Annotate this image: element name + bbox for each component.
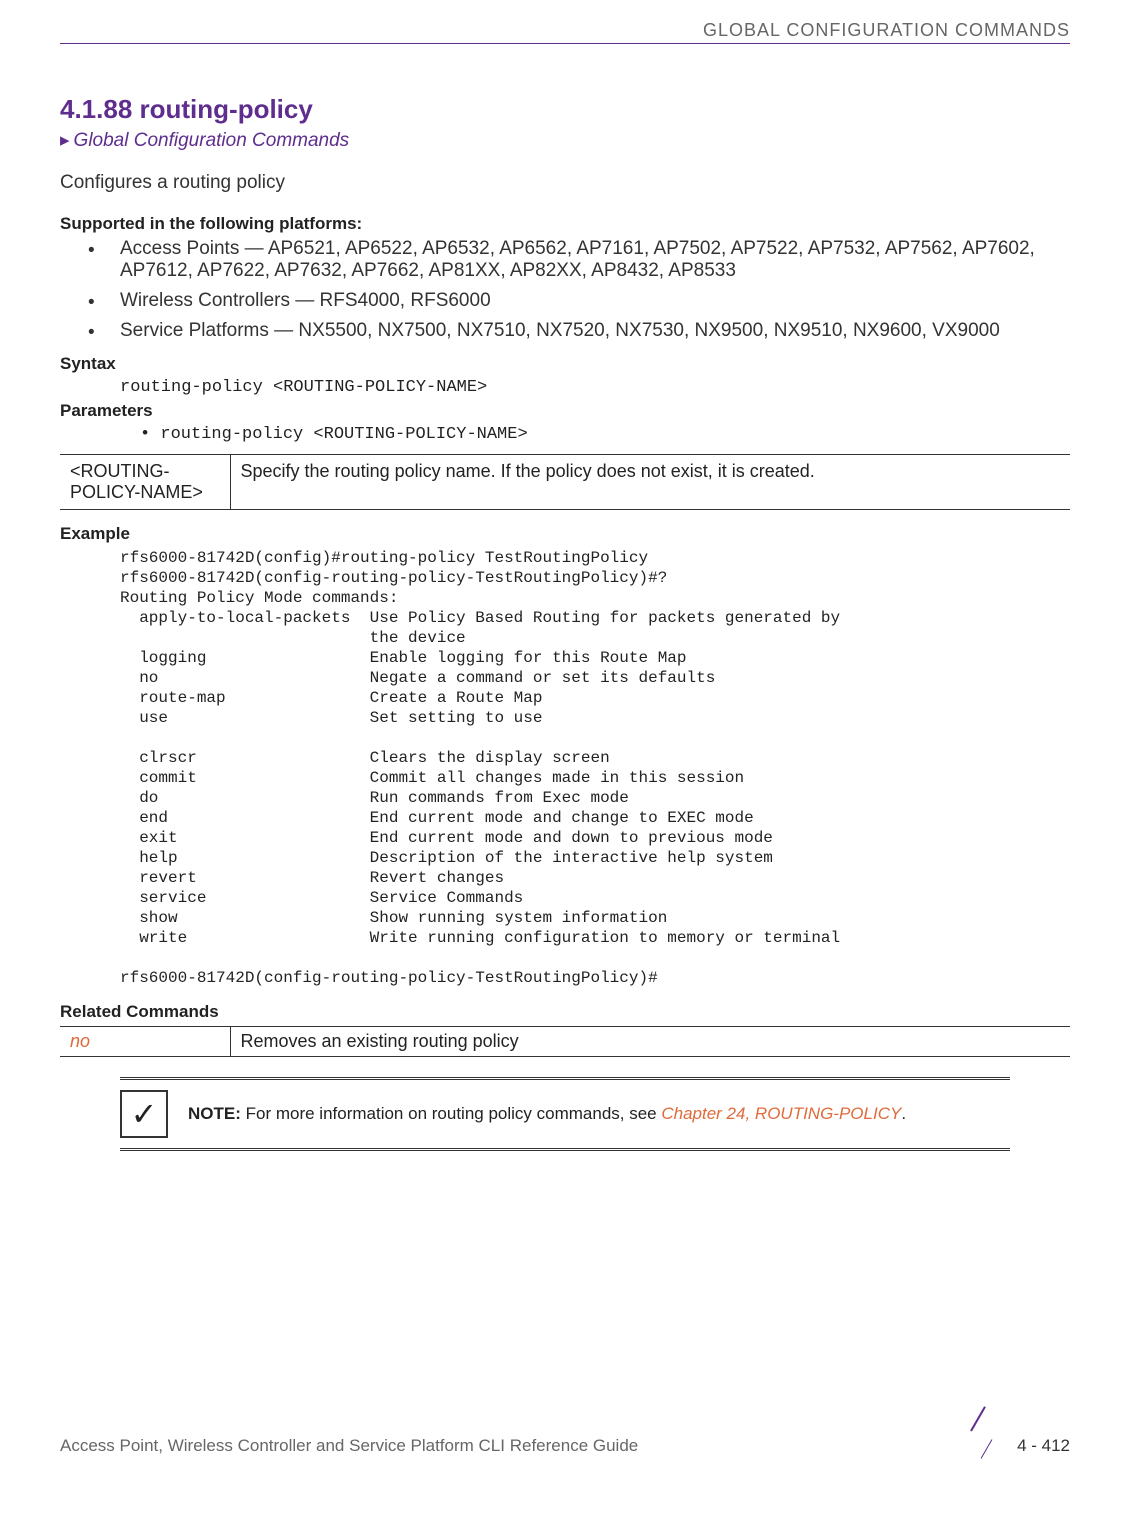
- example-heading: Example: [60, 524, 1070, 544]
- section-title: 4.1.88 routing-policy: [60, 94, 1070, 125]
- slash-icon: [963, 1432, 1003, 1460]
- note-text: NOTE: For more information on routing po…: [188, 1103, 906, 1125]
- related-desc: Removes an existing routing policy: [230, 1027, 1070, 1057]
- note-body-after: .: [901, 1104, 906, 1123]
- example-code: rfs6000-81742D(config)#routing-policy Te…: [120, 548, 1070, 988]
- list-item: Service Platforms — NX5500, NX7500, NX75…: [88, 320, 1070, 342]
- footer-guide-title: Access Point, Wireless Controller and Se…: [60, 1436, 638, 1456]
- list-item: Access Points — AP6521, AP6522, AP6532, …: [88, 238, 1070, 282]
- table-row: no Removes an existing routing policy: [60, 1027, 1070, 1057]
- table-row: <ROUTING-POLICY-NAME> Specify the routin…: [60, 455, 1070, 510]
- parameters-heading: Parameters: [60, 401, 1070, 421]
- syntax-heading: Syntax: [60, 354, 1070, 374]
- related-table: no Removes an existing routing policy: [60, 1026, 1070, 1057]
- related-heading: Related Commands: [60, 1002, 1070, 1022]
- list-item: Wireless Controllers — RFS4000, RFS6000: [88, 290, 1070, 312]
- syntax-code: routing-policy <ROUTING-POLICY-NAME>: [120, 378, 1070, 397]
- page-number: 4 - 412: [1017, 1436, 1070, 1456]
- intro-text: Configures a routing policy: [60, 172, 1070, 194]
- note-box: ✓ NOTE: For more information on routing …: [120, 1077, 1010, 1151]
- breadcrumb[interactable]: ▸Global Configuration Commands: [60, 129, 1070, 152]
- note-body-before: For more information on routing policy c…: [241, 1104, 661, 1123]
- note-label: NOTE:: [188, 1104, 241, 1123]
- arrow-icon: ▸: [60, 129, 70, 152]
- page-footer: Access Point, Wireless Controller and Se…: [60, 1432, 1070, 1460]
- platforms-list: Access Points — AP6521, AP6522, AP6532, …: [88, 238, 1070, 342]
- page-container: GLOBAL CONFIGURATION COMMANDS 4.1.88 rou…: [0, 0, 1130, 1470]
- related-cmd-link[interactable]: no: [60, 1027, 230, 1057]
- check-icon: ✓: [120, 1090, 168, 1138]
- platforms-heading: Supported in the following platforms:: [60, 214, 1070, 234]
- parameters-table: <ROUTING-POLICY-NAME> Specify the routin…: [60, 454, 1070, 510]
- breadcrumb-text: Global Configuration Commands: [74, 130, 350, 151]
- param-desc-cell: Specify the routing policy name. If the …: [230, 455, 1070, 510]
- running-header: GLOBAL CONFIGURATION COMMANDS: [60, 20, 1070, 44]
- param-name-cell: <ROUTING-POLICY-NAME>: [60, 455, 230, 510]
- parameters-bullet: • routing-policy <ROUTING-POLICY-NAME>: [140, 425, 1070, 444]
- note-link[interactable]: Chapter 24, ROUTING-POLICY: [661, 1104, 901, 1123]
